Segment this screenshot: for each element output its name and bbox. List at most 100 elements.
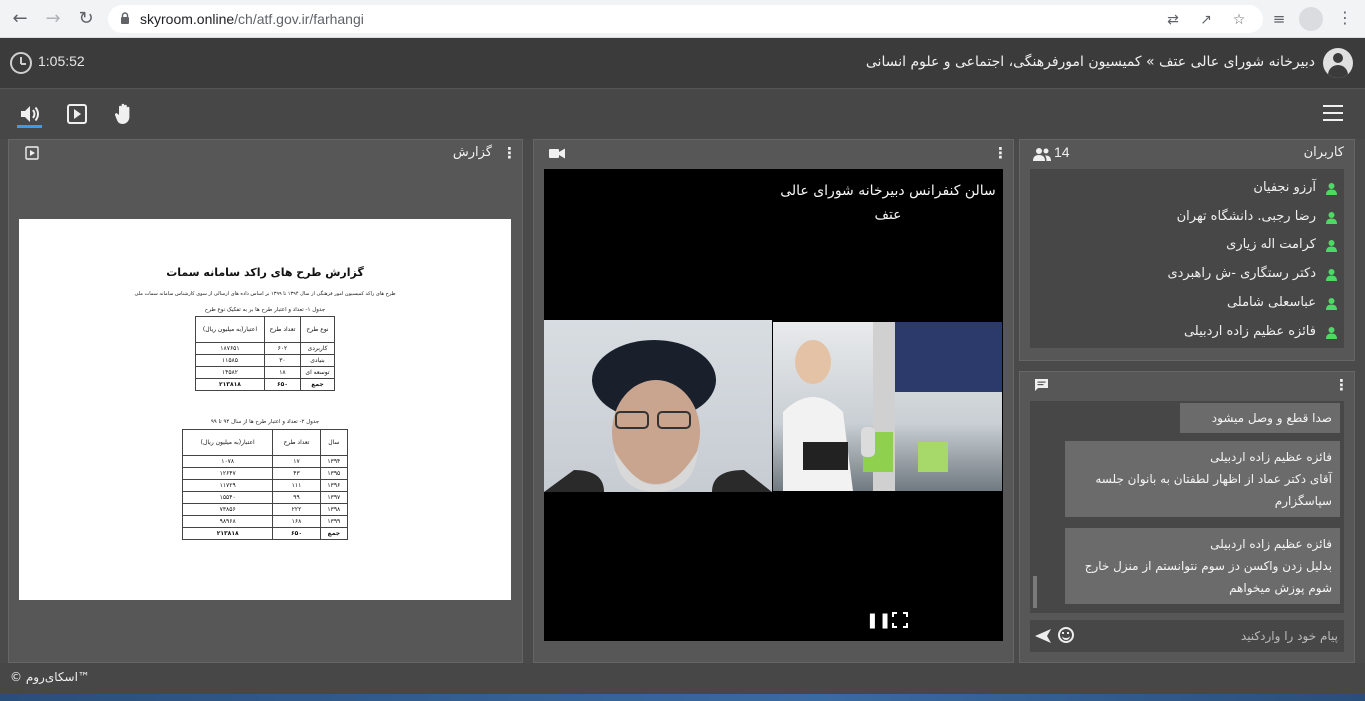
table-cell: ۱۳۹۷	[319, 491, 349, 504]
table-cell: ۱۳۹۶	[319, 479, 349, 492]
user-online-icon	[1326, 212, 1337, 224]
speaker-icon[interactable]	[17, 101, 43, 127]
table-cell: کاربردی	[299, 342, 336, 355]
table-row: ۱۳۹۶ ۱۱۱ ۱۱۷۲۹	[181, 479, 349, 492]
user-online-icon	[1326, 183, 1337, 195]
table-cell: ۲۱۳۸۱۸	[181, 527, 274, 540]
user-avatar-icon[interactable]	[1323, 48, 1353, 78]
app-header: 1:05:52 دبیرخانه شورای عالی عتف » کمیسیو…	[0, 38, 1365, 89]
doc-subtitle: طرح های راکد کمیسیون امور فرهنگی از سال …	[134, 291, 396, 297]
browser-toolbar: ← → ↻ skyroom.online/ch/atf.gov.ir/farha…	[0, 0, 1365, 38]
table2-header: اعتبار(به میلیون ریال)	[181, 429, 274, 456]
chat-panel: ⋮ صدا قطع و وصل میشود فائزه عظیم زاده ار…	[1019, 371, 1355, 663]
table-cell: ۱۸۷۶۵۱	[195, 342, 265, 355]
forward-icon[interactable]: →	[41, 7, 65, 31]
message-text: بدلیل زدن واکسن دز سوم نتوانستم از منزل …	[1084, 559, 1332, 595]
table2-header: سال	[319, 429, 349, 456]
table1: نوع طرح تعداد طرح اعتبار(به میلیون ریال)…	[195, 316, 336, 391]
table-cell: ۹۸۹۶۸	[181, 515, 274, 528]
table-row: بنیادی ۳۰ ۱۱۵۸۵	[195, 354, 336, 367]
reload-icon[interactable]: ↻	[74, 7, 98, 31]
user-online-icon	[1326, 240, 1337, 252]
reading-list-icon[interactable]: ≡	[1268, 8, 1290, 30]
table2: سال تعداد طرح اعتبار(به میلیون ریال) ۱۳۹…	[181, 429, 349, 540]
table-row: ۱۳۹۴ ۱۷ ۱۰۷۸	[181, 455, 349, 468]
list-item[interactable]: کرامت اله زیاری	[1038, 235, 1338, 255]
user-name: آرزو نجفیان	[1253, 180, 1316, 195]
table-cell: ۱۵۵۴۰	[181, 491, 274, 504]
table-cell: ۶۰۲	[263, 342, 301, 355]
browser-menu-icon[interactable]: ⋮	[1336, 8, 1354, 30]
conference-room-scene	[783, 322, 1002, 491]
profile-avatar[interactable]	[1299, 7, 1323, 31]
video-caption-line: عتف	[874, 207, 902, 223]
raise-hand-icon[interactable]	[111, 101, 137, 127]
chat-input[interactable]	[1098, 624, 1338, 648]
users-icon	[1033, 148, 1051, 161]
emoji-icon[interactable]	[1058, 627, 1074, 643]
table-cell: ۱۱۷۲۹	[181, 479, 274, 492]
participant-video-right[interactable]	[773, 322, 1002, 491]
pause-icon[interactable]: ❚❚	[866, 611, 891, 629]
chat-icon	[1035, 379, 1048, 391]
table-cell: ۹۹	[272, 491, 321, 504]
share-icon[interactable]: ↗	[1197, 11, 1215, 29]
media-player-icon[interactable]	[64, 101, 90, 127]
table-row: کاربردی ۶۰۲ ۱۸۷۶۵۱	[195, 342, 336, 355]
menu-icon[interactable]	[1323, 105, 1343, 121]
participant-video-left[interactable]	[544, 320, 772, 492]
list-item[interactable]: دکتر رستگاری -ش راهبردی	[1038, 264, 1338, 284]
table-cell: ۱۳۹۸	[319, 503, 349, 516]
table-cell: ۱۲۶۴۷	[181, 467, 274, 480]
lock-icon[interactable]	[120, 12, 130, 24]
table-total-row: جمع ۶۵۰ ۲۱۳۸۱۸	[195, 378, 336, 391]
table-total-row: جمع ۶۵۰ ۲۱۳۸۱۸	[181, 527, 349, 540]
table-cell: ۱۴۵۸۲	[195, 366, 265, 379]
send-icon[interactable]	[1034, 628, 1052, 644]
chat-scrollbar[interactable]	[1033, 576, 1037, 608]
table-row: ۱۳۹۸ ۲۲۲ ۷۳۸۵۶	[181, 503, 349, 516]
list-item[interactable]: آرزو نجفیان	[1038, 178, 1338, 198]
table-cell: ۷۳۸۵۶	[181, 503, 274, 516]
video-caption: سالن کنفرانس دبیرخانه شورای عالی عتف	[780, 179, 996, 227]
table-cell: جمع	[319, 527, 349, 540]
table-cell: ۱۳۹۹	[319, 515, 349, 528]
report-document: گزارش طرح های راکد سامانه سمات طرح های ر…	[19, 219, 511, 600]
user-name: عباسعلی شاملی	[1226, 295, 1316, 310]
address-bar[interactable]: skyroom.online/ch/atf.gov.ir/farhangi ⇄ …	[108, 5, 1263, 33]
table-cell: ۲۱۳۸۱۸	[195, 378, 265, 391]
table1-caption: جدول ۱- تعداد و اعتبار طرح ها بر به تفکی…	[204, 307, 326, 313]
list-item[interactable]: عباسعلی شاملی	[1038, 293, 1338, 313]
list-item[interactable]: رضا رجبی. دانشگاه تهران	[1038, 207, 1338, 227]
video-panel-menu-icon[interactable]: ⋮	[993, 145, 1008, 161]
chat-messages: صدا قطع و وصل میشود فائزه عظیم زاده اردب…	[1030, 401, 1344, 613]
bookmark-star-icon[interactable]: ☆	[1230, 11, 1248, 29]
list-item[interactable]: فائزه عظیم زاده اردبیلی	[1038, 322, 1338, 342]
session-timer: 1:05:52	[38, 53, 85, 69]
chat-panel-menu-icon[interactable]: ⋮	[1334, 377, 1349, 393]
report-panel-menu-icon[interactable]: ⋮	[502, 145, 517, 161]
active-indicator	[17, 125, 42, 128]
user-online-icon	[1326, 298, 1337, 310]
fullscreen-icon[interactable]	[891, 611, 909, 629]
back-icon[interactable]: ←	[8, 7, 32, 31]
video-stage[interactable]: سالن کنفرانس دبیرخانه شورای عالی عتف ❚❚	[544, 169, 1003, 641]
player-panel-icon[interactable]	[25, 146, 39, 160]
user-online-icon	[1326, 327, 1337, 339]
camera-icon[interactable]	[549, 148, 565, 159]
users-panel-title: کاربران	[1303, 145, 1344, 160]
table-cell: ۱۱۵۸۵	[195, 354, 265, 367]
translate-icon[interactable]: ⇄	[1164, 11, 1182, 29]
table-row: ۱۳۹۷ ۹۹ ۱۵۵۴۰	[181, 491, 349, 504]
users-list: آرزو نجفیان رضا رجبی. دانشگاه تهران کرام…	[1030, 169, 1344, 348]
user-online-icon	[1326, 269, 1337, 281]
user-name: دکتر رستگاری -ش راهبردی	[1167, 266, 1316, 281]
doc-title: گزارش طرح های راکد سامانه سمات	[166, 266, 364, 279]
table-row: ۱۳۹۵ ۴۳ ۱۲۶۴۷	[181, 467, 349, 480]
chat-input-bar	[1030, 620, 1344, 652]
table-cell: ۶۵۰	[263, 378, 301, 391]
table2-header: تعداد طرح	[272, 429, 321, 456]
table-cell: ۱۰۷۸	[181, 455, 274, 468]
url-text: skyroom.online/ch/atf.gov.ir/farhangi	[140, 11, 364, 27]
chat-message: فائزه عظیم زاده اردبیلی بدلیل زدن واکسن …	[1065, 528, 1340, 604]
